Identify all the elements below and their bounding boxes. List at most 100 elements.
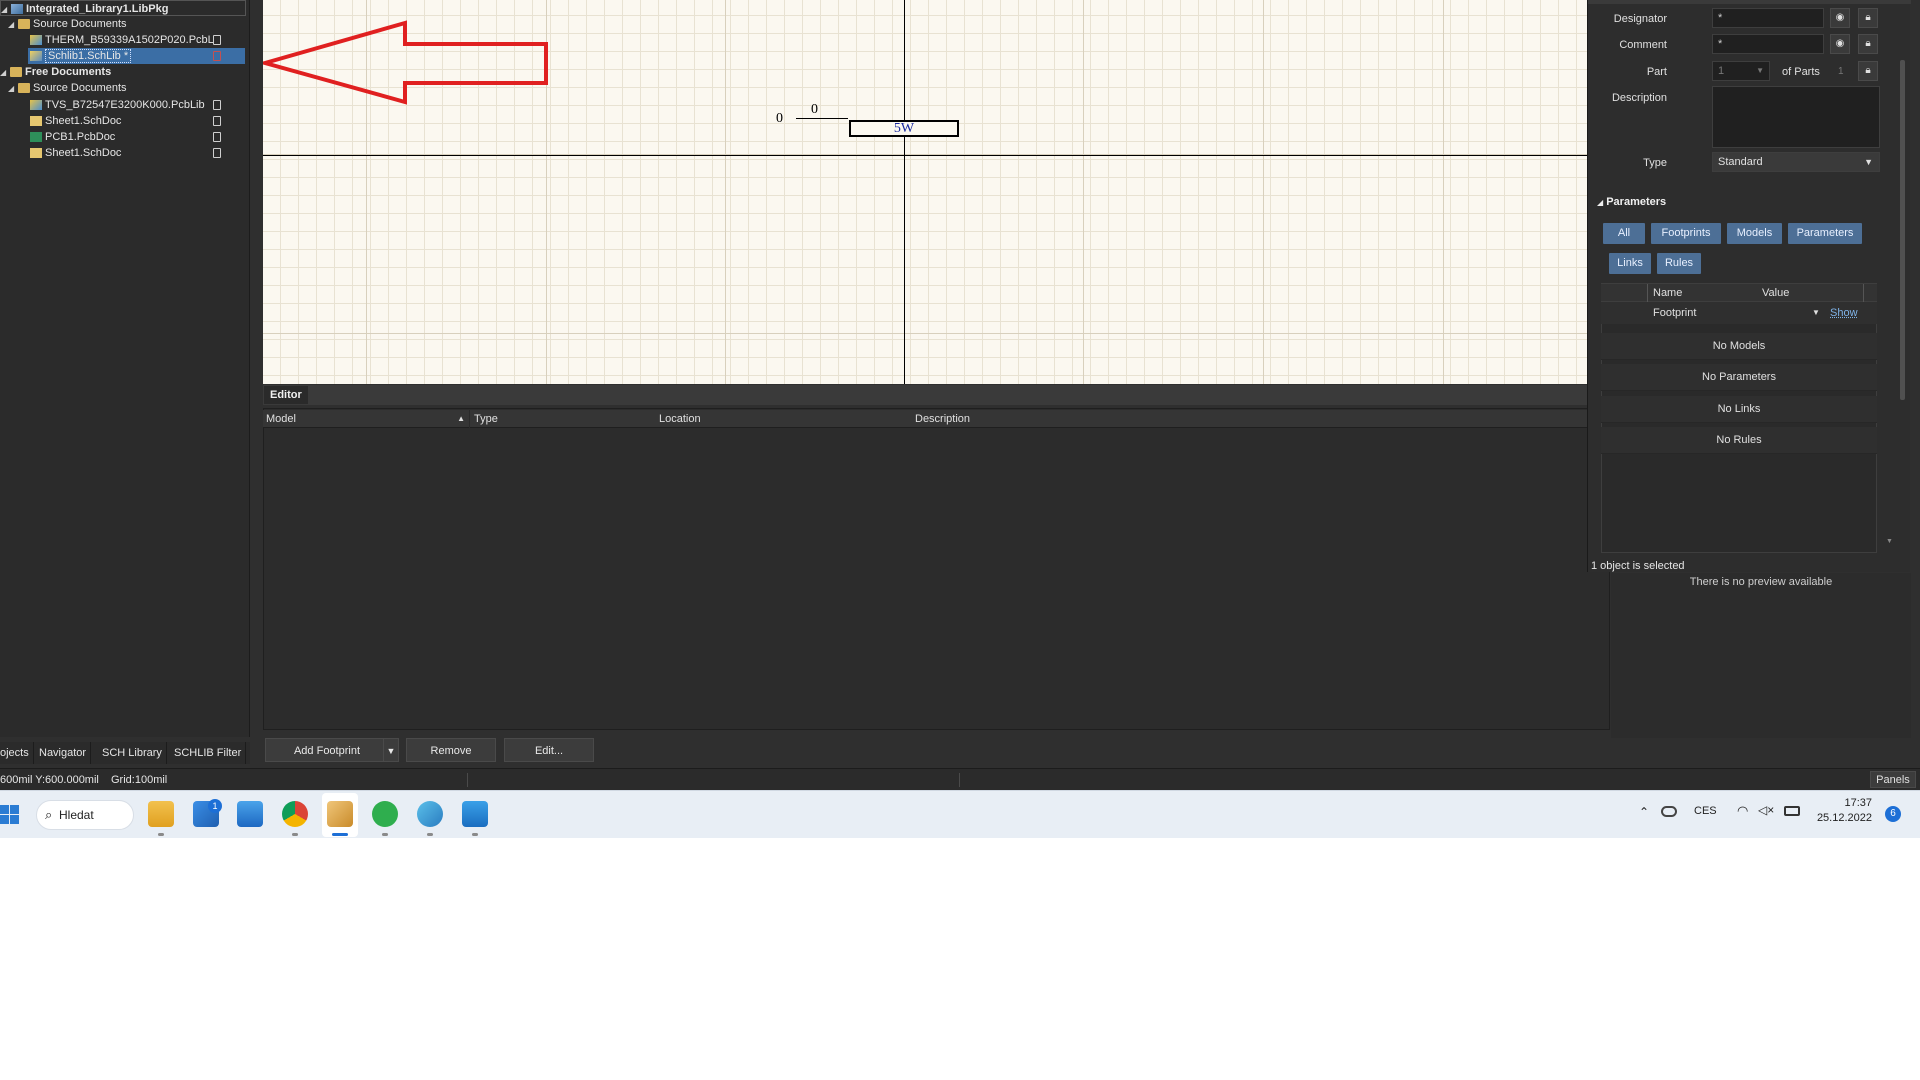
grid-line [1443,0,1444,384]
document-icon [213,132,221,142]
component-body[interactable]: 5W [849,120,959,137]
eye-icon[interactable]: ◉ [1830,8,1850,28]
column-divider [1863,284,1864,302]
show-link[interactable]: Show [1830,302,1858,324]
kicad-icon[interactable] [372,801,398,827]
tree-item-therm-pcblib[interactable]: THERM_B59339A1502P020.PcbL [28,32,214,48]
remove-button[interactable]: Remove [406,738,496,762]
battery-icon[interactable] [1784,806,1800,816]
chevron-down-icon[interactable]: ▼ [1812,302,1820,324]
mail-icon[interactable] [237,801,263,827]
search-box[interactable]: ⌕ Hledat [36,800,134,830]
filter-models[interactable]: Models [1727,223,1782,244]
divider [959,773,960,787]
parameters-section-header[interactable]: ◢ Parameters [1597,196,1666,208]
tree-item-sheet1-a[interactable]: Sheet1.SchDoc [28,113,121,129]
column-value[interactable]: Value [1762,285,1789,302]
footprint-row[interactable]: Footprint ▼ Show [1601,302,1877,324]
language-indicator[interactable]: CES [1694,805,1717,817]
speaker-muted-icon[interactable]: ◁× [1758,803,1774,817]
altium-icon[interactable] [327,801,353,827]
column-name[interactable]: Name [1653,285,1682,302]
running-indicator [292,833,298,836]
eye-icon[interactable]: ◉ [1830,34,1850,54]
collapse-icon[interactable]: ◢ [0,65,8,81]
tree-item-root[interactable]: ◢ Integrated_Library1.LibPkg [0,0,246,16]
editor-column-headers: Model ▲ Type Location Description [263,410,1610,428]
tree-item-tvs-pcblib[interactable]: TVS_B72547E3200K000.PcbLib [28,97,205,113]
of-parts-label: of Parts [1782,66,1820,78]
file-explorer-icon[interactable] [148,801,174,827]
notepad-icon[interactable] [462,801,488,827]
document-icon [213,116,221,126]
schlib-icon [30,51,42,62]
tree-item-free-documents[interactable]: ◢ Free Documents [0,64,111,80]
collapse-icon[interactable]: ◢ [8,17,16,33]
clock[interactable]: 17:37 25.12.2022 [1816,796,1872,826]
running-indicator [427,833,433,836]
comment-field[interactable]: * [1712,34,1824,54]
tab-schlib-filter[interactable]: SCHLIB Filter [170,742,247,764]
onedrive-icon[interactable] [1661,806,1677,817]
chrome-icon[interactable] [282,801,308,827]
part-label: Part [1646,66,1667,78]
filter-links[interactable]: Links [1609,253,1651,274]
grid-line [725,0,726,384]
scrollbar[interactable] [1900,60,1905,400]
type-label: Type [1643,157,1667,169]
panels-button[interactable]: Panels [1870,771,1916,788]
lock-icon[interactable]: 🔒︎ [1858,61,1878,81]
chevron-down-icon: ▼ [1756,66,1764,75]
part-field[interactable]: 1 ▼ [1712,61,1770,81]
add-footprint-dropdown[interactable]: ▼ [383,738,399,762]
description-label: Description [1611,92,1667,104]
filter-rules[interactable]: Rules [1657,253,1701,274]
wifi-icon[interactable]: ◠ [1737,803,1748,819]
modified-document-icon [213,51,221,61]
tab-editor[interactable]: Editor [264,386,308,404]
comment-label: Comment [1619,39,1667,51]
collapse-icon[interactable]: ◢ [8,81,16,97]
filter-footprints[interactable]: Footprints [1651,223,1721,244]
windows-taskbar: ⌕ Hledat 1 ⌃ CES ◠ ◁× 17:37 25.12.2022 6 [0,790,1920,838]
red-arrow-annotation [263,20,548,105]
column-type[interactable]: Type [471,410,655,428]
tree-item-sheet1-b[interactable]: Sheet1.SchDoc [28,145,121,161]
designator-label: Designator [1613,13,1667,25]
add-footprint-button[interactable]: Add Footprint [265,738,389,762]
type-select[interactable]: Standard ▼ [1712,152,1880,172]
column-description[interactable]: Description [912,410,1512,428]
lock-icon[interactable]: 🔒︎ [1858,34,1878,54]
edit-button[interactable]: Edit... [504,738,594,762]
filter-all[interactable]: All [1603,223,1645,244]
schdoc-icon [30,148,42,159]
pin-line [796,118,848,119]
earth-app-icon[interactable] [417,801,443,827]
designator-field[interactable]: * [1712,8,1824,28]
parameters-table-header [1601,284,1877,302]
tree-item-free-source-documents[interactable]: ◢ Source Documents [8,80,127,96]
search-icon: ⌕ [45,807,53,822]
no-models-row: No Models [1601,333,1877,360]
footprint-name: Footprint [1653,307,1697,319]
tab-sch-library[interactable]: SCH Library [98,742,167,764]
grid-line [263,333,1587,334]
scroll-down-icon[interactable]: ▼ [1886,538,1893,545]
column-location[interactable]: Location [656,410,911,428]
notification-badge[interactable]: 6 [1885,806,1901,822]
running-indicator [382,833,388,836]
column-model[interactable]: Model ▲ [263,410,470,428]
tab-navigator[interactable]: Navigator [35,742,92,764]
projects-panel: ◢ Integrated_Library1.LibPkg ◢ Source Docu… [0,0,250,737]
description-field[interactable] [1712,86,1880,148]
filter-parameters[interactable]: Parameters [1788,223,1862,244]
windows-start-icon[interactable] [0,805,20,825]
lock-icon[interactable]: 🔒︎ [1858,8,1878,28]
folder-icon [18,83,30,94]
schematic-canvas[interactable]: 0 0 5W [263,0,1587,384]
chevron-up-icon[interactable]: ⌃ [1639,805,1649,819]
tab-projects[interactable]: ojects [0,742,34,764]
tree-item-source-documents[interactable]: ◢ Source Documents [8,16,127,32]
divider [467,773,468,787]
tree-item-pcb1[interactable]: PCB1.PcbDoc [28,129,115,145]
